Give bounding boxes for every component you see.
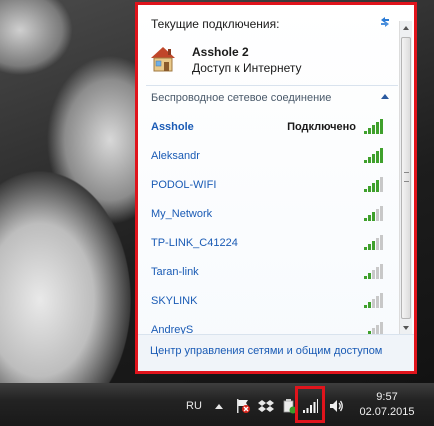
signal-strength-icon [364, 206, 383, 221]
signal-strength-icon [364, 235, 383, 250]
signal-strength-icon [364, 148, 383, 163]
wireless-network-item[interactable]: My_Network [138, 200, 404, 229]
scroll-down-arrow-icon[interactable] [402, 323, 410, 333]
flyout-footer: Центр управления сетями и общим доступом [138, 334, 414, 371]
chevron-up-icon[interactable] [380, 91, 390, 103]
language-indicator[interactable]: RU [186, 400, 202, 412]
network-status: Подключено [287, 121, 356, 133]
home-network-icon [151, 47, 175, 72]
network-name: My_Network [151, 208, 213, 220]
flyout-panel: Текущие подключения: Asshole 2 Доступ к … [138, 5, 414, 371]
current-connection: Asshole 2 Доступ к Интернету [150, 45, 390, 77]
wireless-network-item[interactable]: PODOL-WIFI [138, 171, 404, 200]
wireless-network-list: Asshole Подключено Aleksandr PODOL-WIFI My_N… [138, 113, 404, 345]
network-name: Taran-link [151, 266, 199, 278]
action-center-flag-icon[interactable] [235, 398, 251, 414]
dropbox-icon[interactable] [258, 398, 274, 414]
network-sharing-center-link[interactable]: Центр управления сетями и общим доступом [150, 345, 382, 357]
signal-strength-icon [364, 177, 383, 192]
wireless-network-item[interactable]: Asshole Подключено [138, 113, 404, 142]
current-connections-label: Текущие подключения: [151, 17, 280, 31]
network-name: Asshole [151, 121, 194, 133]
signal-strength-icon [364, 293, 383, 308]
network-signal-tray-icon[interactable] [302, 398, 318, 414]
show-hidden-icons-arrow-icon[interactable] [214, 403, 224, 410]
wireless-network-item[interactable]: Taran-link [138, 258, 404, 287]
wireless-section-label: Беспроводное сетевое соединение [151, 92, 332, 104]
signal-strength-icon [364, 119, 383, 134]
network-flyout: Текущие подключения: Asshole 2 Доступ к … [135, 2, 417, 374]
network-name: PODOL-WIFI [151, 179, 217, 191]
clock-date[interactable]: 02.07.2015 [356, 406, 418, 418]
clock-time[interactable]: 9:57 [367, 391, 407, 403]
taskbar: RU 9:57 02.07.2015 [0, 383, 434, 426]
volume-icon[interactable] [328, 398, 344, 414]
network-name: Aleksandr [151, 150, 200, 162]
refresh-icon[interactable] [378, 15, 392, 29]
signal-strength-icon [364, 264, 383, 279]
scrollbar[interactable] [399, 21, 412, 335]
scroll-up-arrow-icon[interactable] [402, 23, 410, 33]
wireless-network-item[interactable]: TP-LINK_C41224 [138, 229, 404, 258]
wireless-network-item[interactable]: SKYLINK [138, 287, 404, 316]
wireless-network-item[interactable]: Aleksandr [138, 142, 404, 171]
network-name: SKYLINK [151, 295, 198, 307]
divider [146, 85, 398, 86]
grip-icon [404, 172, 409, 182]
current-connection-status: Доступ к Интернету [192, 61, 302, 75]
network-name: TP-LINK_C41224 [151, 237, 238, 249]
scrollbar-thumb[interactable] [401, 37, 411, 319]
current-connection-name: Asshole 2 [192, 45, 249, 59]
